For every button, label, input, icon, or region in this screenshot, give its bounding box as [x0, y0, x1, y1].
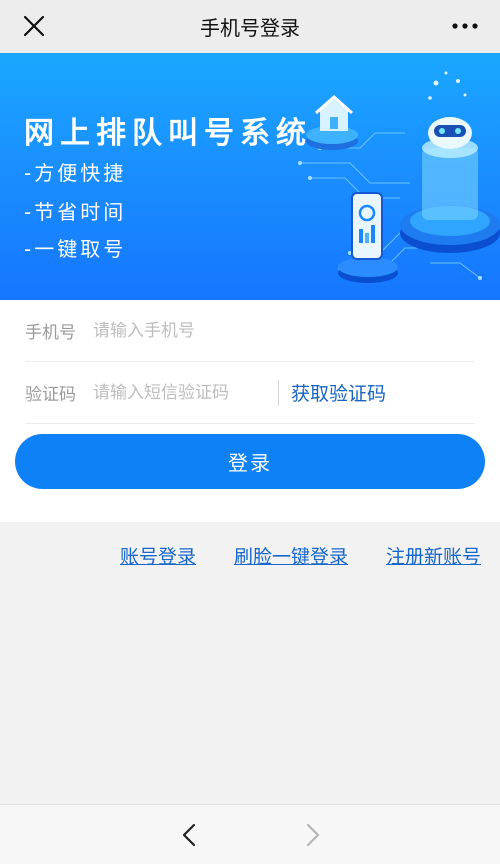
top-bar: 手机号登录	[0, 0, 500, 53]
banner-illustration	[298, 71, 500, 283]
code-row: 验证码 获取验证码	[25, 362, 475, 424]
more-dots-icon[interactable]	[452, 20, 478, 32]
alt-login-links: 账号登录 刷脸一键登录 注册新账号	[0, 542, 500, 572]
code-input[interactable]	[93, 372, 278, 413]
login-form: 手机号 验证码 获取验证码 登录	[0, 300, 500, 522]
code-divider	[278, 379, 279, 406]
chevron-right-icon	[306, 823, 320, 847]
bottom-nav-bar	[0, 804, 500, 864]
phone-row: 手机号	[25, 300, 475, 362]
page-title: 手机号登录	[200, 16, 300, 40]
promo-banner: 网上排队叫号系统 -方便快捷 -节省时间 -一键取号	[0, 53, 500, 300]
phone-label: 手机号	[25, 323, 76, 343]
chevron-left-icon[interactable]	[178, 823, 202, 847]
banner-feature-convenient: -方便快捷	[24, 161, 127, 185]
login-button[interactable]: 登录	[15, 434, 485, 489]
account-login-link[interactable]: 账号登录	[120, 542, 196, 569]
register-link[interactable]: 注册新账号	[386, 542, 481, 569]
get-code-button[interactable]: 获取验证码	[291, 379, 386, 406]
banner-feature-save-time: -节省时间	[24, 200, 127, 224]
banner-headline: 网上排队叫号系统	[24, 116, 312, 151]
code-label: 验证码	[25, 385, 76, 405]
face-login-link[interactable]: 刷脸一键登录	[234, 542, 348, 569]
banner-feature-one-click: -一键取号	[24, 237, 127, 261]
close-icon[interactable]	[22, 14, 46, 38]
phone-input[interactable]	[93, 310, 463, 351]
